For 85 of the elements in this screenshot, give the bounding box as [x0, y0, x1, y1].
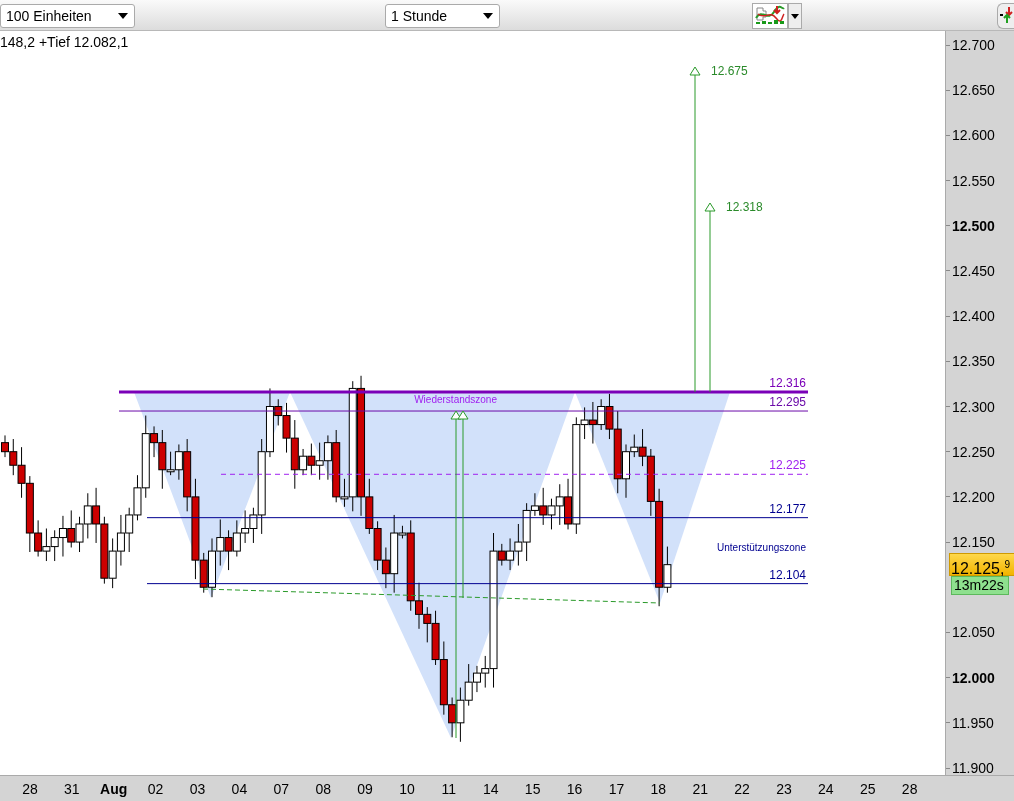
y-axis-label: 12.650 [952, 82, 995, 99]
x-axis-label: 07 [272, 780, 291, 797]
candle [555, 483, 564, 526]
candle [456, 687, 465, 743]
y-axis-label: 12.250 [952, 443, 995, 460]
x-axis-label: 31 [63, 780, 81, 797]
level-label: 12.295 [769, 395, 806, 409]
y-axis-label: 11.950 [952, 714, 994, 731]
x-axis-label: 14 [481, 780, 500, 797]
y-axis-label: 12.450 [952, 262, 995, 279]
x-axis-label: Aug [99, 780, 129, 797]
y-axis-label: 12.050 [952, 624, 995, 641]
candle [125, 507, 134, 553]
candle [108, 537, 117, 589]
y-axis-label: 12.700 [952, 37, 995, 53]
y-axis-label: 12.200 [952, 488, 995, 505]
level-label: 12.316 [769, 376, 806, 391]
candle [58, 515, 67, 557]
swap-button[interactable] [997, 3, 1014, 29]
x-axis-label: 04 [230, 780, 249, 797]
chart-type-dropdown[interactable] [788, 3, 802, 29]
candle [67, 509, 76, 548]
swap-arrows-icon [999, 4, 1013, 25]
candle [241, 509, 250, 544]
candle [547, 498, 556, 530]
x-axis-label: 03 [188, 780, 207, 797]
zone-label: Unterstützungszone [717, 542, 806, 553]
interval-dropdown[interactable]: 1 Stunde [385, 4, 500, 28]
candle [373, 520, 382, 571]
caret-icon [483, 13, 493, 19]
x-axis-label: 21 [691, 780, 709, 797]
x-axis-label: 16 [565, 780, 584, 797]
candle [315, 442, 324, 481]
candle [100, 516, 109, 585]
candle [216, 518, 225, 567]
candle [75, 516, 84, 553]
indicator-button[interactable] [752, 3, 788, 29]
y-axis-label: 12.300 [952, 398, 995, 415]
y-axis-label: 11.900 [952, 760, 994, 775]
y-axis-label: 12.000 [952, 669, 995, 686]
caret-icon [791, 13, 799, 19]
y-axis-label: 12.400 [952, 308, 995, 325]
candle [116, 514, 125, 567]
x-axis-label: 22 [733, 780, 751, 797]
candle [597, 398, 606, 431]
candle [42, 528, 51, 562]
candle [83, 492, 92, 539]
x-axis-label: 02 [146, 780, 165, 797]
x-axis-label: 09 [356, 780, 374, 797]
y-axis-label: 12.500 [952, 217, 995, 234]
chart-indicator-icon [754, 4, 786, 26]
candle [588, 401, 597, 445]
x-axis-label: 28 [900, 780, 919, 797]
level-label: 12.225 [769, 458, 806, 473]
x-axis-label: 25 [858, 780, 877, 797]
x-axis-label: 24 [817, 780, 835, 797]
x-axis-label: 10 [398, 780, 416, 797]
candle [50, 529, 59, 562]
candle [232, 519, 241, 557]
x-axis-label: 15 [523, 780, 542, 797]
candle [506, 537, 515, 571]
level-label: 12.104 [769, 567, 806, 582]
candle [307, 443, 316, 476]
candle [92, 487, 101, 544]
x-axis-label: 08 [314, 780, 332, 797]
x-axis-label: 11 [440, 780, 458, 797]
target-label: 12.318 [726, 200, 763, 214]
target-label: 12.675 [711, 64, 748, 78]
info-text: 148,2 +Tief 12.082,1 [0, 34, 129, 50]
countdown-label: 13m22s [951, 576, 1009, 595]
y-axis-label: 12.150 [952, 534, 995, 551]
x-axis-label: 23 [775, 780, 793, 797]
candle [224, 529, 233, 571]
current-price-label: 12.125,$^{9}$ [949, 553, 1014, 576]
candle [514, 523, 523, 567]
level-label: 12.177 [769, 501, 806, 516]
y-axis-label: 12.600 [952, 127, 995, 144]
caret-icon [118, 13, 128, 19]
x-axis-label: 18 [649, 780, 668, 797]
y-axis-label: 12.550 [952, 172, 995, 189]
x-axis-label: 28 [21, 780, 39, 797]
y-axis-label: 12.350 [952, 353, 995, 370]
zone-label: Wiederstandszone [414, 394, 497, 405]
x-axis-label: 17 [607, 780, 626, 797]
units-dropdown[interactable]: 100 Einheiten [0, 4, 135, 28]
